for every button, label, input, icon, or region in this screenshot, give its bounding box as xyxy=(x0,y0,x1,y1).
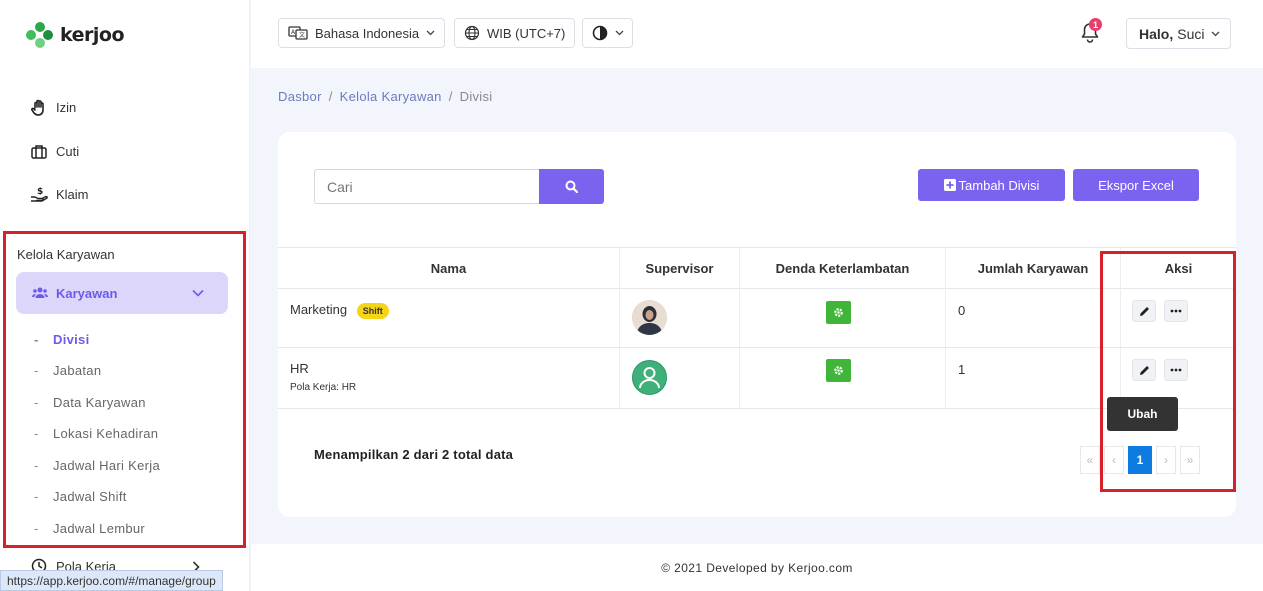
gear-icon xyxy=(833,307,844,318)
plus-square-icon xyxy=(943,179,956,191)
supervisor-avatar[interactable] xyxy=(632,300,667,335)
svg-text:A: A xyxy=(291,29,296,36)
breadcrumb-item-kelola-karyawan[interactable]: Kelola Karyawan xyxy=(340,89,442,104)
add-division-label: Tambah Divisi xyxy=(958,177,1040,193)
cell-supervisor xyxy=(620,348,740,408)
sidebar-item-label: Cuti xyxy=(56,143,80,159)
results-summary: Menampilkan 2 dari 2 total data xyxy=(314,447,514,462)
footer: © 2021 Developed by Kerjoo.com xyxy=(251,544,1263,591)
cell-employee-count: 0 xyxy=(946,289,1121,347)
briefcase-icon xyxy=(30,142,48,160)
sidebar-item-label: Izin xyxy=(56,99,77,115)
employee-count: 1 xyxy=(958,362,966,377)
hand-icon xyxy=(30,98,48,116)
employee-count: 0 xyxy=(958,303,966,318)
work-pattern-note: Pola Kerja: HR xyxy=(290,382,357,393)
language-label: Bahasa Indonesia xyxy=(315,25,420,41)
contrast-icon xyxy=(592,25,608,41)
top-bar: A文 Bahasa Indonesia WIB (UTC+7) 1 Halo, … xyxy=(251,0,1263,68)
svg-text:$: $ xyxy=(37,187,43,197)
cell-late-penalty xyxy=(740,289,946,347)
division-card: Tambah Divisi Ekspor Excel Nama Supervis… xyxy=(278,132,1236,517)
highlight-box-actions xyxy=(1100,251,1236,492)
table-row: Marketing Shift 0 xyxy=(278,289,1236,348)
chevron-down-icon xyxy=(615,30,624,36)
breadcrumb: Dasbor / Kelola Karyawan / Divisi xyxy=(278,89,493,104)
svg-text:文: 文 xyxy=(299,31,305,39)
division-name: Marketing xyxy=(290,302,348,317)
cell-name: HR Pola Kerja: HR xyxy=(278,348,620,408)
supervisor-avatar[interactable] xyxy=(632,360,667,395)
brand-logo[interactable]: kerjoo xyxy=(26,22,125,48)
late-penalty-settings-button[interactable] xyxy=(826,359,851,382)
column-header-jumlah[interactable]: Jumlah Karyawan xyxy=(946,248,1121,289)
theme-toggle[interactable] xyxy=(582,18,633,48)
column-header-nama[interactable]: Nama xyxy=(278,248,620,289)
export-excel-label: Ekspor Excel xyxy=(1098,177,1174,193)
gear-icon xyxy=(833,365,844,376)
sidebar-item-izin[interactable]: Izin xyxy=(30,98,76,116)
late-penalty-settings-button[interactable] xyxy=(826,301,851,324)
language-selector[interactable]: A文 Bahasa Indonesia xyxy=(278,18,446,48)
chevron-down-icon xyxy=(426,30,435,36)
table-row: HR Pola Kerja: HR 1 xyxy=(278,348,1236,409)
cell-name: Marketing Shift xyxy=(278,289,620,347)
highlight-box-sidebar xyxy=(3,231,246,548)
add-division-button[interactable]: Tambah Divisi xyxy=(918,169,1065,201)
sidebar-item-klaim[interactable]: $ Klaim xyxy=(30,185,89,203)
cell-employee-count: 1 xyxy=(946,348,1121,408)
cell-late-penalty xyxy=(740,348,946,408)
export-excel-button[interactable]: Ekspor Excel xyxy=(1073,169,1199,201)
money-hand-icon: $ xyxy=(30,185,48,203)
search-icon xyxy=(565,180,578,193)
search-button[interactable] xyxy=(539,169,604,204)
sidebar-item-label: Klaim xyxy=(56,186,89,202)
breadcrumb-current: Divisi xyxy=(459,89,493,104)
column-header-supervisor[interactable]: Supervisor xyxy=(620,248,740,289)
pagination-first[interactable]: « xyxy=(1080,446,1100,474)
status-bar-url: https://app.kerjoo.com/#/manage/group xyxy=(0,570,223,591)
notification-badge: 1 xyxy=(1089,18,1102,31)
sidebar-item-cuti[interactable]: Cuti xyxy=(30,142,79,160)
greeting-label: Halo, xyxy=(1139,25,1174,42)
timezone-selector[interactable]: WIB (UTC+7) xyxy=(454,18,576,48)
shift-badge: Shift xyxy=(356,302,389,319)
cell-supervisor xyxy=(620,289,740,347)
globe-icon xyxy=(464,25,480,41)
division-name: HR xyxy=(290,361,309,376)
table-header: Nama Supervisor Denda Keterlambatan Juml… xyxy=(278,247,1236,289)
chevron-down-icon xyxy=(1211,31,1220,37)
breadcrumb-item-dasbor[interactable]: Dasbor xyxy=(278,89,322,104)
search-input[interactable] xyxy=(314,169,540,204)
column-header-denda[interactable]: Denda Keterlambatan xyxy=(740,248,946,289)
brand-name: kerjoo xyxy=(60,24,125,46)
user-name: Suci xyxy=(1177,25,1205,42)
user-menu[interactable]: Halo, Suci xyxy=(1126,18,1232,49)
kerjoo-logo-icon xyxy=(26,22,54,48)
timezone-label: WIB (UTC+7) xyxy=(487,25,566,41)
translate-icon: A文 xyxy=(288,26,308,40)
